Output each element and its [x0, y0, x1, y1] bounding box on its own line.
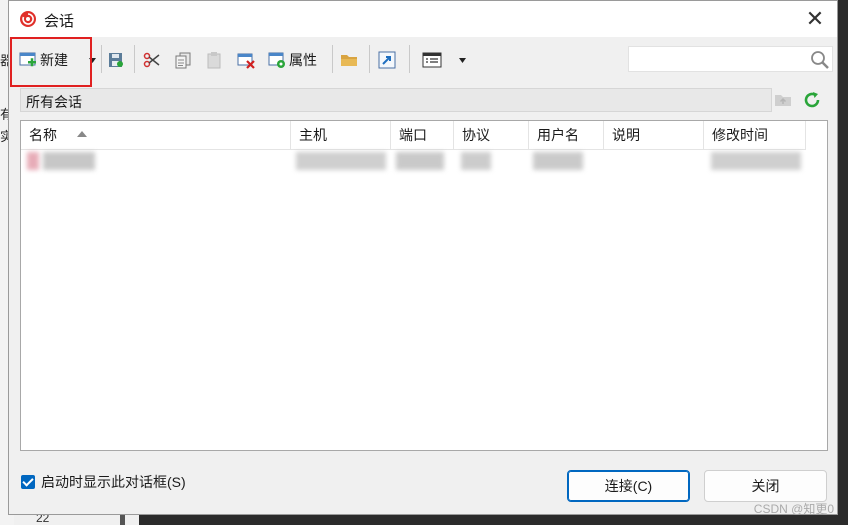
shortcut-icon	[378, 51, 396, 69]
create-shortcut-button[interactable]	[378, 47, 396, 73]
sort-ascending-icon	[77, 131, 87, 138]
save-icon	[109, 53, 123, 67]
sessions-dialog: 会话 ✕ 新建 属性 所有会话 名称 主机 端口 协议 用户名 说明 修改时间 …	[8, 0, 838, 515]
delete-button[interactable]	[237, 47, 255, 73]
close-button[interactable]: 关闭	[704, 470, 827, 502]
title-bar: 会话 ✕	[9, 1, 837, 37]
breadcrumb: 所有会话	[20, 88, 772, 112]
properties-label: 属性	[289, 52, 317, 68]
window-title: 会话	[44, 13, 75, 30]
properties-icon	[268, 52, 285, 68]
paste-icon	[207, 52, 221, 69]
view-dropdown-button[interactable]	[458, 47, 467, 73]
watermark: CSDN @知更0	[753, 502, 834, 516]
toolbar: 新建 属性	[9, 37, 837, 87]
view-button[interactable]	[422, 47, 442, 73]
redacted-cell	[396, 152, 444, 170]
session-icon	[27, 152, 39, 170]
column-header-name-label: 名称	[29, 127, 57, 143]
toolbar-separator	[332, 45, 333, 73]
cut-button[interactable]	[143, 47, 161, 73]
toolbar-separator	[369, 45, 370, 73]
search-icon	[811, 51, 829, 69]
refresh-icon[interactable]	[802, 90, 822, 110]
cut-icon	[143, 52, 160, 68]
close-window-button[interactable]: ✕	[793, 1, 837, 37]
redacted-cell	[533, 152, 583, 170]
show-on-startup-checkbox[interactable]: 启动时显示此对话框(S)	[21, 472, 186, 492]
column-header-description[interactable]: 说明	[604, 121, 704, 149]
column-header-host[interactable]: 主机	[291, 121, 391, 149]
column-header-username[interactable]: 用户名	[529, 121, 604, 149]
toolbar-separator	[101, 45, 102, 73]
folder-icon	[341, 55, 357, 66]
view-list-icon	[422, 52, 442, 68]
delete-icon	[237, 53, 255, 69]
column-header-modified-time[interactable]: 修改时间	[704, 121, 806, 149]
chevron-down-icon	[459, 57, 466, 63]
highlight-box	[10, 37, 92, 87]
connect-button[interactable]: 连接(C)	[567, 470, 690, 502]
toolbar-separator	[409, 45, 410, 73]
column-header-protocol[interactable]: 协议	[454, 121, 529, 149]
redacted-cell	[296, 152, 386, 170]
toolbar-separator	[134, 45, 135, 73]
save-session-button[interactable]	[107, 47, 125, 73]
sessions-table: 名称 主机 端口 协议 用户名 说明 修改时间	[20, 120, 828, 451]
column-header-port[interactable]: 端口	[391, 121, 454, 149]
checkbox-checked-icon[interactable]	[21, 475, 35, 489]
app-logo-icon	[20, 11, 36, 27]
redacted-cell	[43, 152, 95, 170]
column-header-name[interactable]: 名称	[21, 121, 291, 149]
paste-button[interactable]	[205, 47, 223, 73]
show-on-startup-label: 启动时显示此对话框(S)	[41, 474, 186, 490]
redacted-cell	[711, 152, 801, 170]
copy-icon	[175, 52, 191, 69]
folder-path: 所有会话	[26, 94, 82, 110]
table-row[interactable]	[21, 151, 806, 171]
search-input[interactable]	[628, 46, 833, 72]
table-header: 名称 主机 端口 协议 用户名 说明 修改时间	[21, 121, 806, 150]
open-folder-button[interactable]	[340, 47, 358, 73]
folder-up-icon[interactable]	[774, 91, 792, 109]
properties-button[interactable]: 属性	[268, 47, 317, 73]
copy-button[interactable]	[174, 47, 192, 73]
redacted-cell	[461, 152, 491, 170]
